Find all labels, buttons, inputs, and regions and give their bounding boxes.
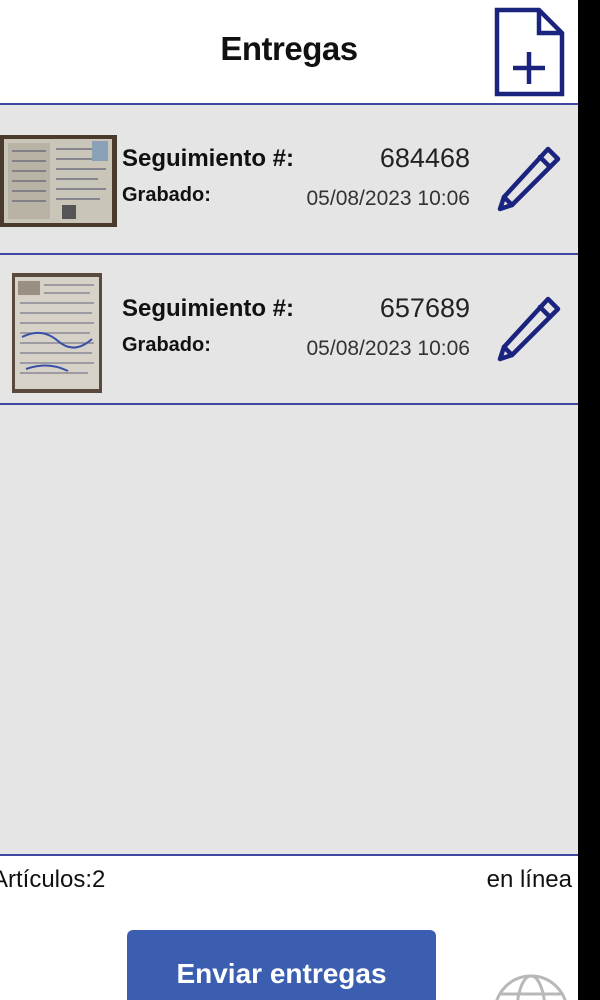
globe-icon[interactable]: [491, 970, 571, 1000]
recorded-date: 05/08/2023 10:06: [306, 187, 471, 210]
item-count: Artículos:2: [0, 866, 106, 893]
list-item[interactable]: Seguimiento #: 684468 Grabado: 05/08/202…: [0, 105, 578, 255]
delivery-photo-thumbnail[interactable]: [12, 273, 102, 393]
add-document-icon[interactable]: [492, 6, 566, 98]
connection-status: en línea: [486, 866, 572, 893]
deliveries-list: Seguimiento #: 684468 Grabado: 05/08/202…: [0, 103, 578, 856]
app-screen: Entregas Seguimiento #: 684468 Grabado: …: [0, 0, 578, 1000]
delivery-photo-thumbnail[interactable]: [0, 135, 117, 227]
tracking-label: Seguimiento #:: [122, 295, 295, 322]
list-item[interactable]: Seguimiento #: 657689 Grabado: 05/08/202…: [0, 255, 578, 405]
pencil-icon[interactable]: [496, 293, 564, 365]
recorded-label: Grabado:: [122, 184, 211, 206]
pencil-icon[interactable]: [496, 143, 564, 215]
header: Entregas: [0, 0, 578, 103]
tracking-number: 684468: [379, 143, 470, 173]
send-deliveries-button[interactable]: Enviar entregas: [127, 930, 436, 1000]
recorded-label: Grabado:: [122, 334, 211, 356]
window-edge: [578, 0, 600, 1000]
tracking-number: 657689: [379, 293, 470, 323]
recorded-date: 05/08/2023 10:06: [306, 337, 471, 360]
tracking-label: Seguimiento #:: [122, 145, 295, 172]
